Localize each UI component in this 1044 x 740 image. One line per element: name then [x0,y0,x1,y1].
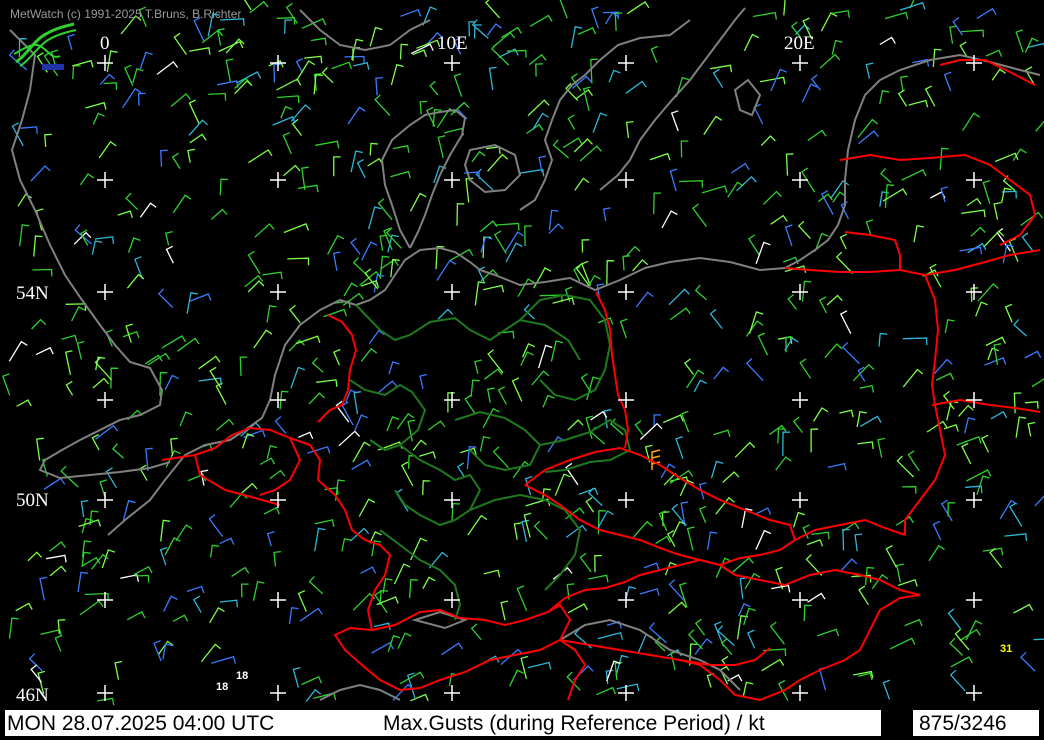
status-bar: MON 28.07.2025 04:00 UTC Max.Gusts (duri… [4,709,1040,737]
map-background [0,0,1044,740]
latitude-label: 46N [16,685,49,706]
latitude-label: 54N [16,283,49,304]
longitude-label: 10E [437,33,468,54]
status-parameter: Max.Gusts (during Reference Period) / kt [383,712,765,735]
longitude-label: 0 [100,33,110,54]
copyright-text: MetWatch (c) 1991-2025 T.Bruns, B.Richte… [10,7,241,21]
gust-label[interactable]: 18 [236,670,248,682]
gust-label[interactable]: 31 [1000,643,1012,655]
status-station-count: 875/3246 [919,712,1007,735]
status-color-box [881,710,913,736]
status-datetime: MON 28.07.2025 04:00 UTC [7,712,275,735]
map-frame: MetWatch (c) 1991-2025 T.Bruns, B.Richte… [0,0,1044,740]
weather-map[interactable]: MetWatch (c) 1991-2025 T.Bruns, B.Richte… [0,0,1044,740]
gust-label[interactable]: 18 [216,681,228,693]
longitude-label: 20E [784,33,815,54]
latitude-label: 50N [16,490,49,511]
